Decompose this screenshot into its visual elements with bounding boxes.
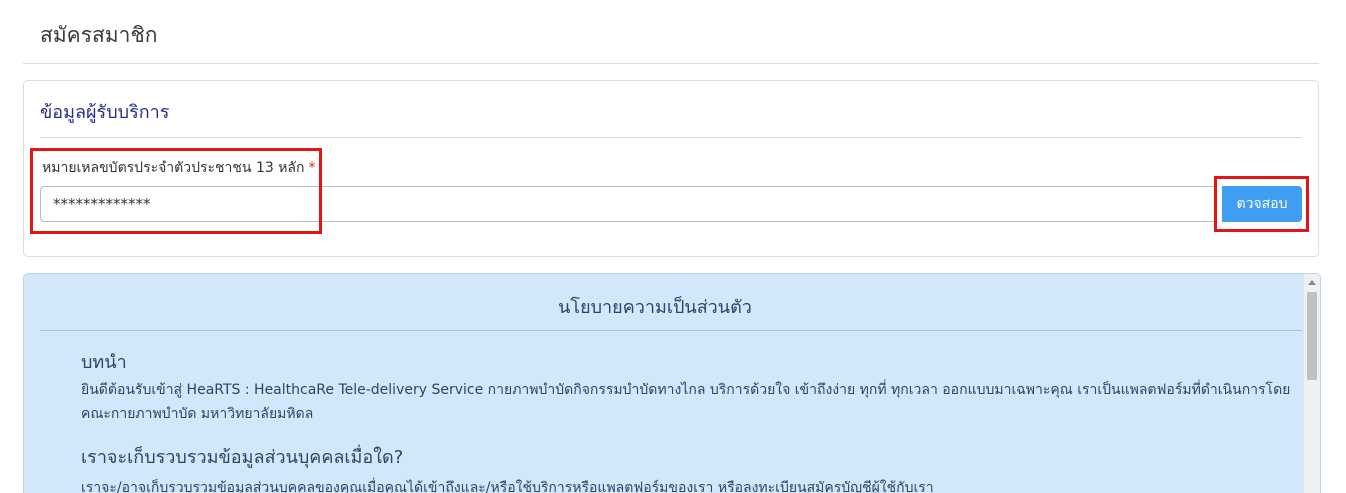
title-divider [23, 63, 1319, 64]
policy-scrollbar[interactable] [1304, 274, 1320, 493]
id-label-text: หมายเหลขบัตรประจำตัวประชาชน 13 หลัก [42, 160, 305, 176]
privacy-policy-panel[interactable]: นโยบายความเป็นส่วนตัว บทนำ ยินดีต้อนรับเ… [23, 273, 1321, 493]
policy-divider [40, 330, 1302, 331]
section-body-intro: ยินดีต้อนรับเข้าสู่ HeaRTS : HealthcaRe … [81, 382, 1291, 422]
id-field-label: หมายเหลขบัตรประจำตัวประชาชน 13 หลัก * [42, 157, 316, 179]
section-heading-intro: บทนำ [81, 352, 127, 373]
check-button[interactable]: ตวจสอบ [1222, 186, 1302, 222]
scroll-up-arrow-icon[interactable] [1308, 280, 1316, 285]
national-id-input[interactable] [40, 186, 1216, 222]
registration-page: สมัครสมาชิก ข้อมูลผู้รับบริการ หมายเหลขบ… [0, 0, 1346, 493]
card-divider [40, 137, 1302, 138]
scroll-thumb[interactable] [1307, 292, 1317, 380]
service-info-card: ข้อมูลผู้รับบริการ หมายเหลขบัตรประจำตัวป… [23, 80, 1319, 257]
service-info-heading: ข้อมูลผู้รับบริการ [40, 102, 170, 123]
privacy-policy-title: นโยบายความเป็นส่วนตัว [558, 297, 752, 318]
section-heading-collection: เราจะเก็บรวบรวมข้อมูลส่วนบุคคลเมื่อใด? [81, 447, 404, 468]
page-title: สมัครสมาชิก [40, 23, 158, 47]
required-mark: * [308, 160, 316, 176]
section-body-collection: เราจะ/อาจเก็บรวบรวมข้อมูลส่วนบุคคลของคุณ… [81, 480, 934, 493]
